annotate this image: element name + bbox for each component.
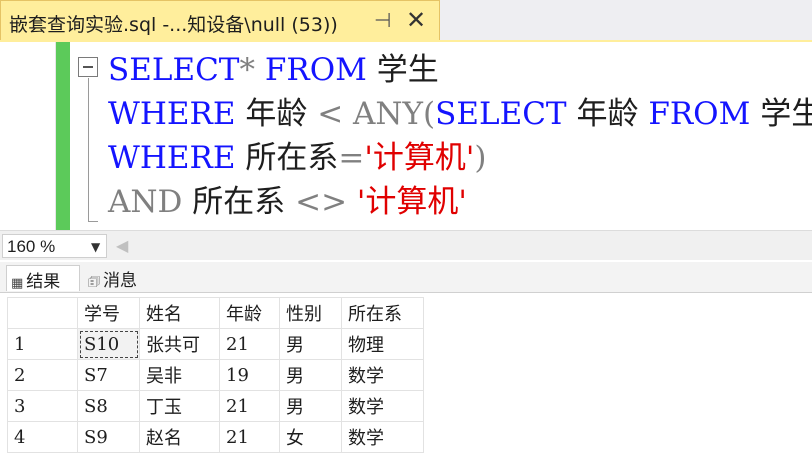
code-token: FROM [264, 52, 367, 88]
change-tracking-bar [56, 42, 70, 230]
row-number[interactable]: 4 [7, 421, 78, 453]
grid-cell[interactable]: 数学 [341, 359, 424, 391]
results-tab-strip: ▦ 结果 🗊 消息 [0, 262, 812, 292]
code-token: '计算机' [364, 140, 475, 176]
code-token: 所在系 [182, 184, 296, 220]
table-row[interactable]: 4 S9 赵名 21 女 数学 [7, 421, 424, 453]
code-line[interactable]: AND 所在系 <> '计算机' [108, 180, 812, 224]
grid-cell[interactable]: S7 [77, 359, 140, 391]
zoom-value: 160 % [7, 237, 56, 256]
code-token: 学生 [760, 96, 812, 132]
results-grid-area: 学号 姓名 年龄 性别 所在系 1 S10 张共可 21 男 物理 2 S7 吴… [0, 292, 812, 467]
table-row[interactable]: 2 S7 吴非 19 男 数学 [7, 359, 424, 391]
code-token: '计算机' [356, 184, 467, 220]
tab-messages[interactable]: 🗊 消息 [84, 265, 158, 291]
grid-cell[interactable]: S8 [77, 390, 140, 422]
code-line[interactable]: WHERE 年龄 < ANY(SELECT 年龄 FROM 学生 [108, 92, 812, 136]
row-number[interactable]: 3 [7, 390, 78, 422]
table-row[interactable]: 3 S8 丁玉 21 男 数学 [7, 390, 424, 422]
sql-editor[interactable]: SELECT* FROM 学生 WHERE 年龄 < ANY(SELECT 年龄 … [0, 42, 812, 230]
code-token: 所在系 [235, 140, 339, 176]
grid-header-cell[interactable]: 学号 [77, 297, 140, 329]
grid-cell[interactable]: 吴非 [139, 359, 220, 391]
grid-header-cell[interactable]: 年龄 [219, 297, 280, 329]
code-token: AND [108, 184, 183, 220]
grid-icon: ▦ [11, 276, 24, 291]
grid-cell[interactable]: 张共可 [139, 328, 220, 360]
chevron-down-icon[interactable]: ▼ [91, 240, 100, 254]
tab-results-label: 结果 [26, 272, 61, 292]
grid-cell[interactable]: 19 [219, 359, 280, 391]
tab-messages-label: 消息 [103, 271, 138, 291]
grid-header-cell[interactable]: 姓名 [139, 297, 220, 329]
grid-cell[interactable]: 物理 [341, 328, 424, 360]
code-token: < ANY( [317, 96, 436, 132]
code-token: SELECT [108, 52, 240, 88]
grid-header-cell[interactable]: 性别 [279, 297, 342, 329]
table-row[interactable]: 1 S10 张共可 21 男 物理 [7, 328, 424, 360]
grid-cell[interactable]: 21 [219, 390, 280, 422]
code-token: WHERE [108, 96, 236, 132]
code-token: * [239, 52, 265, 88]
document-tab-title: 嵌套查询实验.sql -...知设备\null (53)) [9, 14, 338, 36]
scroll-left-icon[interactable]: ◀ [116, 236, 128, 255]
fold-guide-end [88, 221, 98, 222]
code-token: 学生 [366, 52, 439, 88]
grid-cell[interactable]: 男 [279, 328, 342, 360]
code-token: <> [295, 184, 348, 220]
grid-cell[interactable]: S10 [77, 328, 140, 360]
grid-cell[interactable]: 男 [279, 390, 342, 422]
grid-cell[interactable]: 女 [279, 421, 342, 453]
document-tab[interactable]: 嵌套查询实验.sql -...知设备\null (53)) ⊣ ✕ [0, 0, 440, 42]
grid-cell[interactable]: 数学 [341, 421, 424, 453]
grid-header-cell[interactable]: 所在系 [341, 297, 424, 329]
code-line[interactable]: SELECT* FROM 学生 [108, 48, 812, 92]
editor-status-row: 160 % ▼ ◀ [0, 230, 812, 260]
code-token: WHERE [108, 140, 236, 176]
code-text[interactable]: SELECT* FROM 学生 WHERE 年龄 < ANY(SELECT 年龄 … [108, 48, 812, 224]
grid-cell[interactable]: 男 [279, 359, 342, 391]
grid-cell[interactable]: 赵名 [139, 421, 220, 453]
collapse-icon[interactable] [78, 57, 98, 77]
grid-cell[interactable]: 数学 [341, 390, 424, 422]
code-token: FROM [648, 96, 751, 132]
fold-guide-line [88, 78, 89, 222]
code-token: 年龄 [566, 96, 649, 132]
results-grid: 学号 姓名 年龄 性别 所在系 1 S10 张共可 21 男 物理 2 S7 吴… [7, 297, 424, 453]
editor-margin [0, 42, 56, 230]
code-token: SELECT [435, 96, 567, 132]
code-token: = [338, 140, 365, 176]
code-token: 年龄 [235, 96, 318, 132]
grid-cell[interactable]: S9 [77, 421, 140, 453]
document-tab-bar: 嵌套查询实验.sql -...知设备\null (53)) ⊣ ✕ [0, 0, 812, 42]
grid-cell[interactable]: 21 [219, 421, 280, 453]
tab-results[interactable]: ▦ 结果 [6, 265, 80, 292]
row-number[interactable]: 2 [7, 359, 78, 391]
grid-header-row: 学号 姓名 年龄 性别 所在系 [7, 297, 424, 329]
code-token: ) [474, 140, 487, 176]
close-icon[interactable]: ✕ [406, 6, 426, 34]
pin-icon[interactable]: ⊣ [374, 8, 391, 32]
grid-cell[interactable]: 丁玉 [139, 390, 220, 422]
zoom-dropdown[interactable]: 160 % ▼ [2, 234, 107, 258]
row-number[interactable]: 1 [7, 328, 78, 360]
grid-header-corner[interactable] [7, 297, 78, 329]
message-icon: 🗊 [88, 275, 101, 290]
grid-cell[interactable]: 21 [219, 328, 280, 360]
code-line[interactable]: WHERE 所在系='计算机') [108, 136, 812, 180]
